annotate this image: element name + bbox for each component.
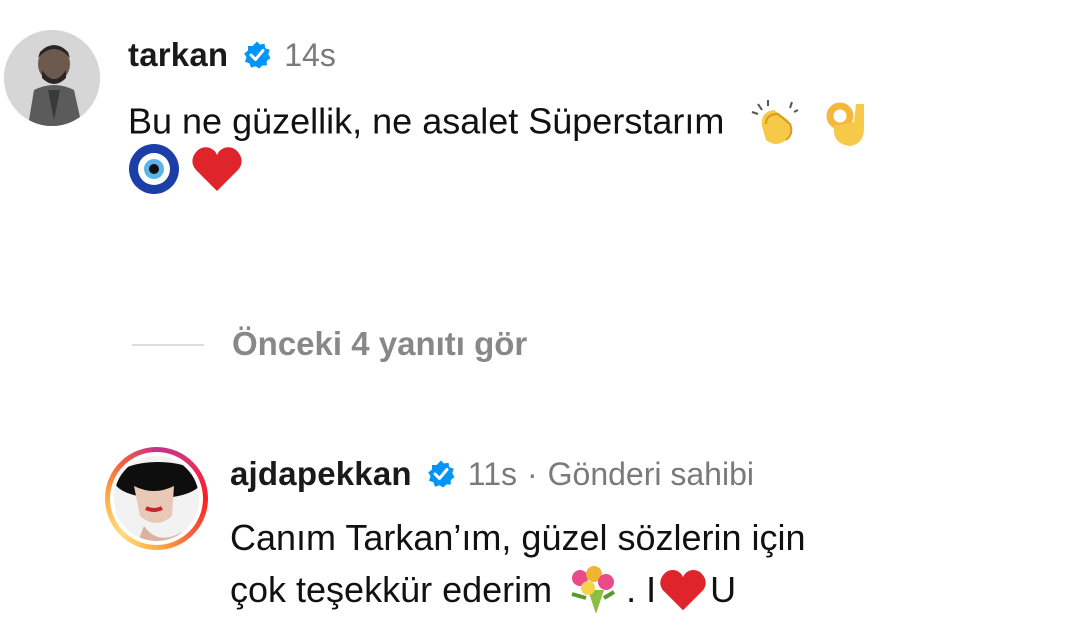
bouquet-emoji-icon [571, 566, 616, 614]
verified-badge-icon [244, 41, 271, 69]
ok-hand-emoji-icon [826, 102, 865, 146]
timestamp: 11s [467, 455, 517, 492]
comment-text-line: Bu ne güzellik, ne asalet Süperstarım [128, 100, 725, 142]
username[interactable]: tarkan [128, 36, 228, 74]
comment-emoji-line [128, 143, 244, 195]
separator-dot: · [526, 455, 538, 492]
comment-text-line: Canım Tarkan’ım, güzel sözlerin için [230, 517, 806, 558]
profile-photo-icon [4, 30, 100, 126]
avatar-tarkan[interactable] [4, 30, 100, 126]
avatar-ajdapekkan[interactable] [114, 456, 199, 541]
post-owner-label: Gönderi sahibi [547, 455, 754, 492]
profile-photo-icon [114, 456, 199, 541]
comment-text: çok teşekkür ederim . I U [230, 564, 736, 616]
verified-badge-icon [428, 460, 455, 488]
nazar-amulet-emoji-icon [129, 144, 179, 194]
comment-text-line: çok teşekkür ederim [230, 569, 553, 610]
comment-header: ajdapekkan 11s · Gönderi sahibi [230, 453, 754, 495]
red-heart-emoji-icon [192, 147, 242, 191]
clapping-hands-emoji-icon [752, 100, 799, 144]
replies-divider [132, 344, 204, 346]
comment-text-fragment: U [710, 569, 737, 610]
view-previous-replies-button[interactable]: Önceki 4 yanıtı gör [232, 325, 527, 363]
comment-text-fragment: . I [626, 569, 657, 610]
comment-header: tarkan 14s [128, 34, 336, 76]
username[interactable]: ajdapekkan [230, 455, 412, 493]
timestamp: 14s [284, 36, 336, 73]
red-heart-emoji-icon [660, 569, 706, 611]
